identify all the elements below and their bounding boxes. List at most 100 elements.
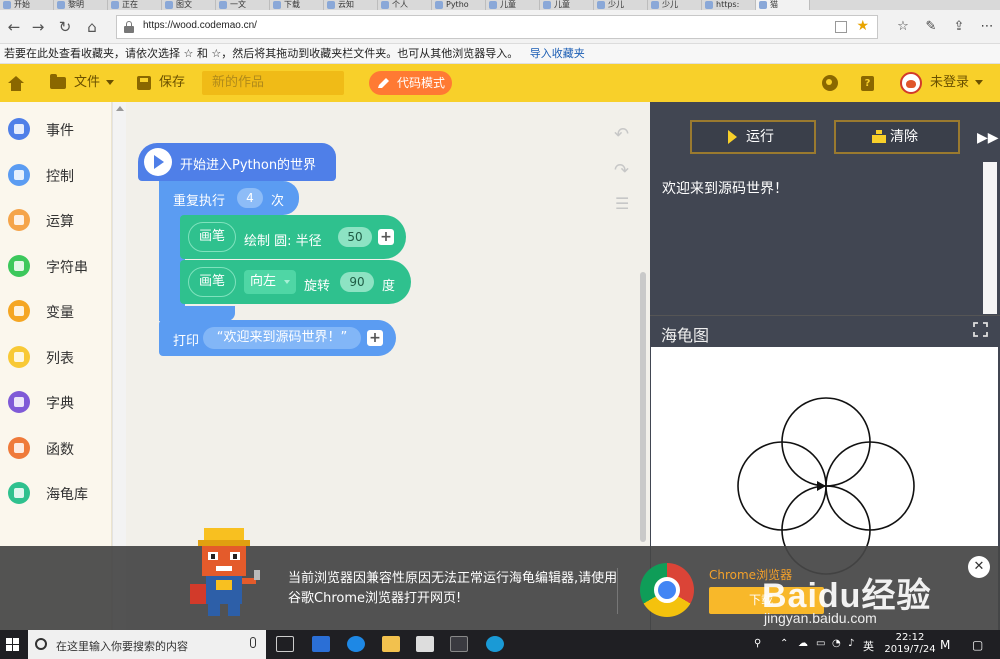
reading-view-icon[interactable] <box>835 21 847 33</box>
app-header: 文件 保存 新的作品 代码模式 ? 未登录 <box>0 64 1000 102</box>
tray-overflow-icon[interactable]: ⌃ <box>780 638 788 649</box>
mail-icon[interactable] <box>416 636 434 652</box>
start-hat-block[interactable]: 开始进入Python的世界 <box>138 143 336 181</box>
browser-tab[interactable]: 下载 <box>270 0 324 10</box>
network-icon[interactable]: ◔ <box>832 638 841 649</box>
store-icon[interactable] <box>312 636 330 652</box>
back-icon[interactable]: ← <box>4 17 24 37</box>
favorite-star-icon[interactable]: ★ <box>856 18 869 34</box>
sidebar-item[interactable]: 字符串 <box>0 247 112 287</box>
ime-indicator[interactable]: 英 <box>863 638 874 654</box>
add-param-button[interactable]: + <box>378 229 394 245</box>
refresh-icon[interactable]: ↻ <box>55 17 75 37</box>
import-favorites-link[interactable]: 导入收藏夹 <box>530 47 585 60</box>
sidebar-item[interactable]: 函数 <box>0 429 112 469</box>
microphone-icon[interactable] <box>250 637 256 648</box>
help-icon[interactable]: ? <box>861 76 874 91</box>
fast-forward-icon[interactable]: ▶▶ <box>977 130 999 146</box>
share-icon[interactable]: ⇪ <box>950 18 968 36</box>
console-scrollbar[interactable] <box>983 162 997 314</box>
pen-variable[interactable]: 画笔 <box>188 222 236 252</box>
radius-input[interactable]: 50 <box>338 227 372 247</box>
function-icon <box>8 436 30 459</box>
volume-icon[interactable]: ♪ <box>848 638 854 649</box>
home-icon[interactable]: ⌂ <box>82 17 102 37</box>
onedrive-icon[interactable]: ☁ <box>798 638 808 649</box>
play-icon[interactable] <box>144 148 172 176</box>
save-button[interactable]: 保存 <box>159 64 185 102</box>
favorites-hub-icon[interactable]: ☆ <box>894 18 912 36</box>
browser-tab[interactable]: 少儿 <box>594 0 648 10</box>
browser-tab[interactable]: 少儿 <box>648 0 702 10</box>
sidebar-item[interactable]: 列表 <box>0 338 112 378</box>
app-tray-icon[interactable]: M <box>940 638 950 652</box>
more-icon[interactable]: ⋯ <box>978 18 996 36</box>
browser-tab[interactable]: 黎明 <box>54 0 108 10</box>
photos-icon[interactable] <box>450 636 468 652</box>
browser-tab[interactable]: 一文 <box>216 0 270 10</box>
browser-tab[interactable]: 个人 <box>378 0 432 10</box>
browser-tab[interactable]: 猫 <box>756 0 810 10</box>
play-icon <box>728 130 737 144</box>
windows-start-icon[interactable] <box>6 638 19 651</box>
browser-tab[interactable]: 图文 <box>162 0 216 10</box>
taskbar-search-placeholder: 在这里输入你要搜索的内容 <box>56 640 188 653</box>
avatar[interactable] <box>900 72 922 94</box>
file-menu[interactable]: 文件 <box>74 64 115 102</box>
print-block[interactable]: 打印 “欢迎来到源码世界！” + <box>159 320 396 356</box>
browser-tab[interactable]: 儿童 <box>486 0 540 10</box>
print-string-input[interactable]: “欢迎来到源码世界！” <box>203 327 361 349</box>
edge-icon[interactable] <box>347 636 365 652</box>
run-button[interactable]: 运行 <box>690 120 816 154</box>
browser-tab[interactable]: 正在 <box>108 0 162 10</box>
notification-icon[interactable]: ▢ <box>972 638 983 652</box>
sidebar-item[interactable]: 变量 <box>0 292 112 332</box>
draw-circle-block[interactable]: 画笔 绘制 圆: 半径 50 + <box>180 215 406 259</box>
taskbar-search[interactable]: 在这里输入你要搜索的内容 <box>28 630 266 659</box>
repeat-block[interactable]: 重复执行 4 次 <box>159 181 299 215</box>
pen-variable[interactable]: 画笔 <box>188 267 236 297</box>
browser-tab[interactable]: 儿童 <box>540 0 594 10</box>
align-icon[interactable]: ☰ <box>615 194 629 213</box>
task-view-icon[interactable] <box>276 636 294 652</box>
file-explorer-icon[interactable] <box>382 636 400 652</box>
add-param-button[interactable]: + <box>367 330 383 346</box>
people-icon[interactable]: ⚲ <box>754 638 761 649</box>
folder-icon[interactable] <box>50 74 66 89</box>
notes-pen-icon[interactable]: ✎ <box>922 18 940 36</box>
close-icon[interactable]: ✕ <box>968 556 990 578</box>
sidebar-item[interactable]: 海龟库 <box>0 474 112 514</box>
battery-icon[interactable]: ▭ <box>816 638 825 649</box>
fullscreen-icon[interactable] <box>973 322 988 337</box>
forward-icon[interactable]: → <box>28 17 48 37</box>
code-mode-button[interactable]: 代码模式 <box>369 71 452 95</box>
sidebar-item[interactable]: 运算 <box>0 201 112 241</box>
repeat-suffix: 次 <box>271 194 285 209</box>
save-icon[interactable] <box>137 76 151 90</box>
project-name-input[interactable]: 新的作品 <box>202 71 344 95</box>
browser-tab[interactable]: https: <box>702 0 756 10</box>
redo-icon[interactable]: ↷ <box>614 160 629 181</box>
address-bar[interactable]: https://wood.codemao.cn/ ★ <box>116 15 878 39</box>
undo-icon[interactable]: ↶ <box>614 124 629 145</box>
browser-tab[interactable]: Pytho <box>432 0 486 10</box>
login-status[interactable]: 未登录 <box>930 64 984 102</box>
system-clock[interactable]: 22:12 2019/7/24 <box>880 632 940 656</box>
repeat-count-input[interactable]: 4 <box>237 188 263 208</box>
sidebar-item[interactable]: 控制 <box>0 156 112 196</box>
workspace-scrollbar[interactable] <box>640 272 646 542</box>
direction-dropdown[interactable]: 向左 <box>244 270 296 294</box>
sidebar-item[interactable]: 事件 <box>0 110 112 150</box>
sidebar-item-label: 控制 <box>46 168 74 185</box>
scroll-up-icon[interactable] <box>116 106 124 111</box>
globe-icon[interactable] <box>822 75 838 91</box>
rotate-block[interactable]: 画笔 向左 旋转 90 度 <box>180 260 411 304</box>
clear-button[interactable]: 清除 <box>834 120 960 154</box>
angle-input[interactable]: 90 <box>340 272 374 292</box>
home-icon[interactable] <box>6 64 26 102</box>
chevron-down-icon <box>975 80 984 85</box>
browser-tab[interactable]: 云知 <box>324 0 378 10</box>
ie-icon[interactable] <box>486 636 504 652</box>
sidebar-item[interactable]: 字典 <box>0 383 112 423</box>
browser-tab[interactable]: 开始 <box>0 0 54 10</box>
